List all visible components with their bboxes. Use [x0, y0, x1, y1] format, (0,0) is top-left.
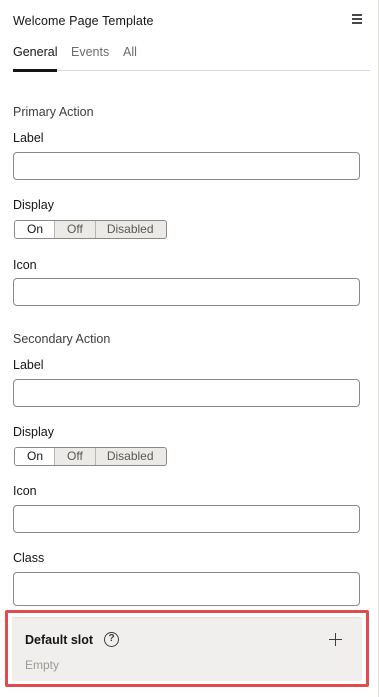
panel-header: Welcome Page Template: [13, 12, 364, 30]
primary-label-input[interactable]: [13, 152, 360, 180]
tab-all[interactable]: All: [123, 45, 137, 71]
primary-display-off-button[interactable]: Off: [54, 221, 95, 238]
primary-display-toggle: On Off Disabled: [14, 220, 167, 239]
panel-title: Welcome Page Template: [13, 14, 154, 28]
primary-display-disabled-button[interactable]: Disabled: [94, 221, 166, 238]
secondary-action-heading: Secondary Action: [13, 332, 111, 346]
secondary-class-label: Class: [13, 551, 45, 565]
properties-panel: Welcome Page Template General Events All…: [0, 0, 379, 697]
highlight-frame: [5, 610, 369, 687]
tab-bar: General Events All: [13, 45, 370, 72]
tab-events[interactable]: Events: [71, 45, 109, 71]
secondary-display-toggle: On Off Disabled: [14, 447, 167, 466]
secondary-display-label: Display: [13, 425, 54, 439]
secondary-display-disabled-button[interactable]: Disabled: [94, 448, 166, 465]
secondary-label-label: Label: [13, 358, 44, 372]
primary-display-on-button[interactable]: On: [15, 221, 55, 238]
secondary-icon-input[interactable]: [13, 505, 360, 533]
secondary-class-input[interactable]: [13, 572, 360, 606]
secondary-label-input[interactable]: [13, 379, 360, 407]
tab-general[interactable]: General: [13, 45, 58, 72]
primary-icon-input[interactable]: [13, 278, 360, 306]
primary-label-label: Label: [13, 131, 44, 145]
hamburger-menu-icon[interactable]: [352, 14, 362, 24]
secondary-display-on-button[interactable]: On: [15, 448, 55, 465]
secondary-icon-label: Icon: [13, 484, 37, 498]
primary-icon-label: Icon: [13, 258, 37, 272]
primary-action-heading: Primary Action: [13, 105, 94, 119]
primary-display-label: Display: [13, 198, 54, 212]
secondary-display-off-button[interactable]: Off: [54, 448, 95, 465]
